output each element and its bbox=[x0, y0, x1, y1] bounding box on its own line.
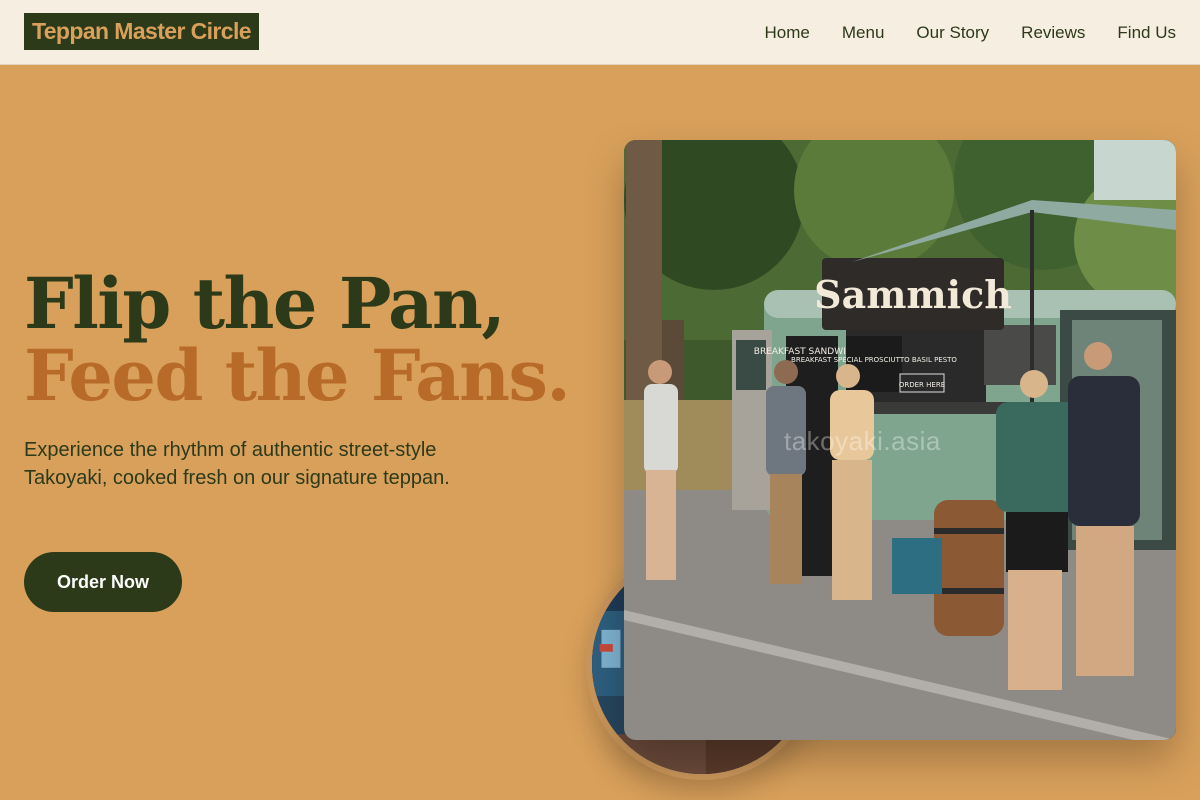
headline-line-1: Flip the Pan, bbox=[24, 262, 506, 345]
order-now-button[interactable]: Order Now bbox=[24, 552, 182, 612]
order-here-sign: ORDER HERE bbox=[899, 381, 945, 389]
photo-watermark: takoyaki.asia bbox=[784, 426, 941, 456]
brand-logo[interactable]: Teppan Master Circle bbox=[24, 13, 259, 50]
menu-board-right: BREAKFAST SPECIAL PROSCIUTTO BASIL PESTO bbox=[791, 356, 957, 364]
headline-line-2: Feed the Fans. bbox=[24, 334, 571, 417]
hero-headline: Flip the Pan, Feed the Fans. bbox=[24, 262, 571, 417]
nav-link-find-us[interactable]: Find Us bbox=[1117, 23, 1176, 43]
truck-sign-text: Sammich bbox=[814, 272, 1012, 317]
site-header: Teppan Master Circle Home Menu Our Story… bbox=[0, 0, 1200, 65]
nav-link-our-story[interactable]: Our Story bbox=[916, 23, 989, 43]
hero-subtext: Experience the rhythm of authentic stree… bbox=[24, 439, 450, 489]
brand-name: Teppan Master Circle bbox=[32, 18, 252, 44]
main-nav: Home Menu Our Story Reviews Find Us bbox=[765, 0, 1176, 65]
nav-link-home[interactable]: Home bbox=[765, 23, 810, 43]
nav-link-reviews[interactable]: Reviews bbox=[1021, 23, 1085, 43]
hero-photo: Sammich BREAKFAST SANDWICHES BREAKFAST S… bbox=[624, 140, 1176, 740]
nav-link-menu[interactable]: Menu bbox=[842, 23, 885, 43]
